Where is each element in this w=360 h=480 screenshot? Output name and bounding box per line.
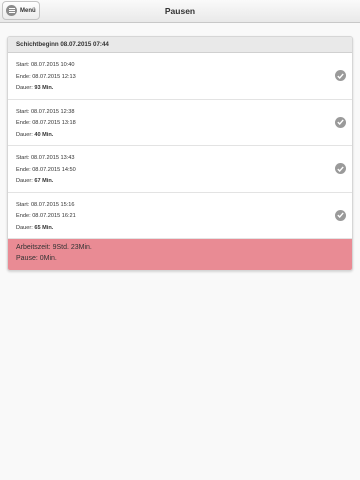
pause-item[interactable]: Start: 08.07.2015 15:16 Ende: 08.07.2015… <box>8 192 352 239</box>
start-label: Start: <box>16 108 30 115</box>
pause-end: 08.07.2015 13:18 <box>32 120 76 126</box>
pause-total-text: Pause: 0Min. <box>16 254 57 262</box>
pause-item[interactable]: Start: 08.07.2015 13:43 Ende: 08.07.2015… <box>8 146 352 193</box>
start-label: Start: <box>16 62 30 68</box>
pause-end: 08.07.2015 12:13 <box>32 73 76 80</box>
pause-start: 08.07.2015 12:38 <box>30 108 75 115</box>
top-bar: Menü Pausen <box>0 0 360 23</box>
pause-duration: 65 Min. <box>34 224 54 231</box>
pause-duration: 93 Min. <box>34 85 54 91</box>
page-title: Pausen <box>164 6 196 16</box>
work-time-text: Arbeitszeit: 9Std. 23Min. <box>16 244 92 251</box>
check-circle-icon <box>335 70 346 81</box>
check-circle-icon <box>335 209 346 221</box>
start-label: Start: <box>16 155 30 161</box>
duration-label: Dauer: <box>16 131 33 138</box>
pause-duration: 67 Min. <box>34 178 54 184</box>
pause-start: 08.07.2015 15:16 <box>30 201 75 208</box>
check-circle-icon <box>335 116 346 128</box>
pause-end: 08.07.2015 14:50 <box>32 166 76 173</box>
pause-list-card: Schichtbeginn 08.07.2015 07:44 Start: 08… <box>7 36 353 271</box>
pause-end: 08.07.2015 16:21 <box>32 213 76 219</box>
end-label: Ende: <box>16 120 31 126</box>
pause-item[interactable]: Start: 08.07.2015 10:40 Ende: 08.07.2015… <box>8 53 352 100</box>
end-label: Ende: <box>16 213 31 219</box>
shift-start-header: Schichtbeginn 08.07.2015 07:44 <box>8 37 352 53</box>
duration-label: Dauer: <box>16 224 33 231</box>
pause-start: 08.07.2015 10:40 <box>30 62 75 68</box>
summary-box: Arbeitszeit: 9Std. 23Min. Pause: 0Min. <box>8 239 352 270</box>
pause-duration: 40 Min. <box>34 131 54 138</box>
pause-item[interactable]: Start: 08.07.2015 12:38 Ende: 08.07.2015… <box>8 99 352 146</box>
duration-label: Dauer: <box>16 178 33 184</box>
end-label: Ende: <box>16 166 31 173</box>
pause-start: 08.07.2015 13:43 <box>30 155 75 161</box>
duration-label: Dauer: <box>16 85 33 91</box>
start-label: Start: <box>16 201 30 208</box>
check-circle-icon <box>335 163 346 174</box>
end-label: Ende: <box>16 73 31 80</box>
